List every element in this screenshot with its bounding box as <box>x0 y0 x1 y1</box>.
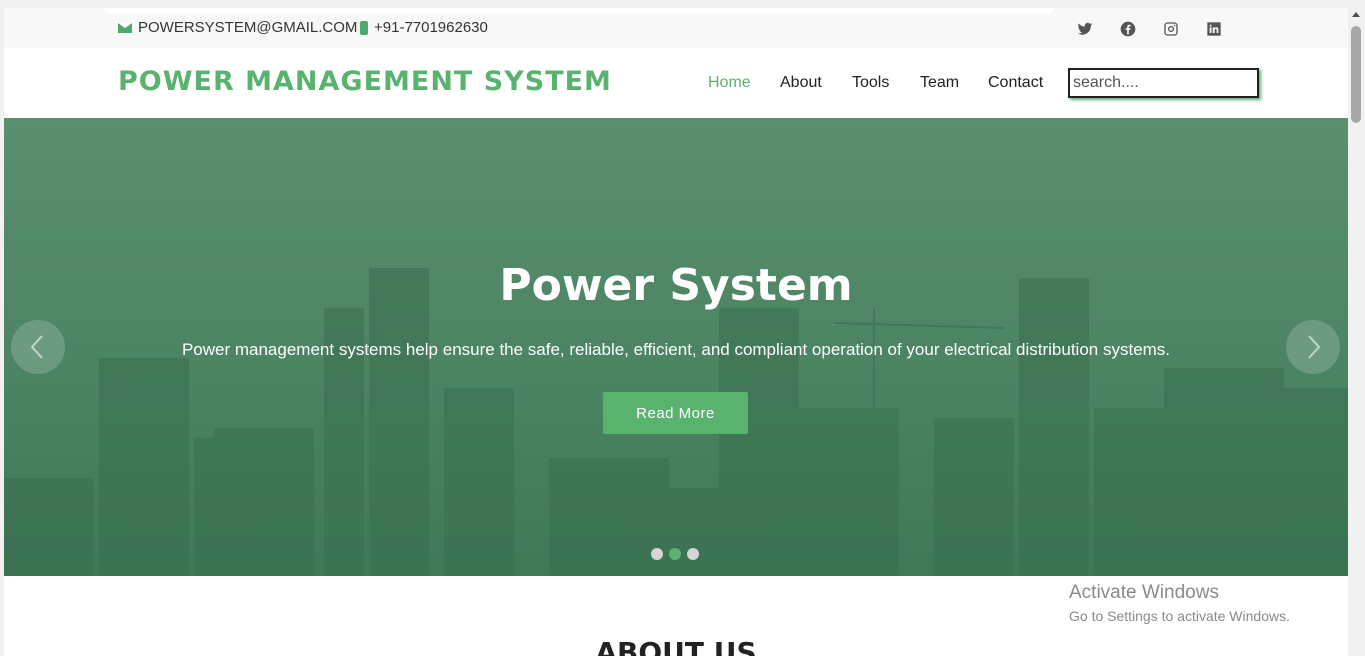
facebook-icon[interactable] <box>1119 20 1137 38</box>
search-input[interactable] <box>1068 68 1259 98</box>
activate-windows-watermark: Activate Windows Go to Settings to activ… <box>1069 582 1290 624</box>
about-section-title: ABOUT US <box>595 636 757 656</box>
nav-home[interactable]: Home <box>708 74 751 92</box>
nav-team[interactable]: Team <box>920 74 959 92</box>
email-contact[interactable]: POWERSYSTEM@GMAIL.COM <box>118 19 357 36</box>
nav-about[interactable]: About <box>780 74 822 92</box>
phone-text: +91-7701962630 <box>374 19 488 36</box>
email-text: POWERSYSTEM@GMAIL.COM <box>138 19 358 36</box>
activate-title: Activate Windows <box>1069 582 1219 603</box>
carousel-dot-3[interactable] <box>687 548 699 560</box>
linkedin-icon[interactable] <box>1205 20 1223 38</box>
scrollbar-thumb[interactable] <box>1351 26 1361 123</box>
hero-title: Power System <box>499 260 853 311</box>
browser-viewport: POWERSYSTEM@GMAIL.COM +91-7701962630 POW… <box>4 8 1348 656</box>
mail-icon <box>118 22 132 33</box>
activate-subtitle: Go to Settings to activate Windows. <box>1069 608 1290 624</box>
page-scrollbar[interactable] <box>1348 8 1365 656</box>
hero-carousel: Power System Power management systems he… <box>4 118 1348 576</box>
twitter-icon[interactable] <box>1076 20 1094 38</box>
scroll-up-arrow-icon[interactable] <box>1352 12 1360 17</box>
contact-topbar: POWERSYSTEM@GMAIL.COM +91-7701962630 <box>4 8 1348 48</box>
instagram-icon[interactable] <box>1162 20 1180 38</box>
hero-description: Power management systems help ensure the… <box>181 340 1171 359</box>
site-header: POWER MANAGEMENT SYSTEM Home About Tools… <box>4 48 1348 118</box>
carousel-indicators <box>651 548 699 560</box>
read-more-button[interactable]: Read More <box>603 392 748 434</box>
phone-contact[interactable]: +91-7701962630 <box>360 19 488 36</box>
phone-icon <box>360 20 368 35</box>
nav-contact[interactable]: Contact <box>988 74 1043 92</box>
site-logo[interactable]: POWER MANAGEMENT SYSTEM <box>118 66 612 97</box>
carousel-dot-1[interactable] <box>651 548 663 560</box>
carousel-dot-2[interactable] <box>669 548 681 560</box>
top-edge <box>104 8 1054 14</box>
nav-tools[interactable]: Tools <box>852 74 889 92</box>
